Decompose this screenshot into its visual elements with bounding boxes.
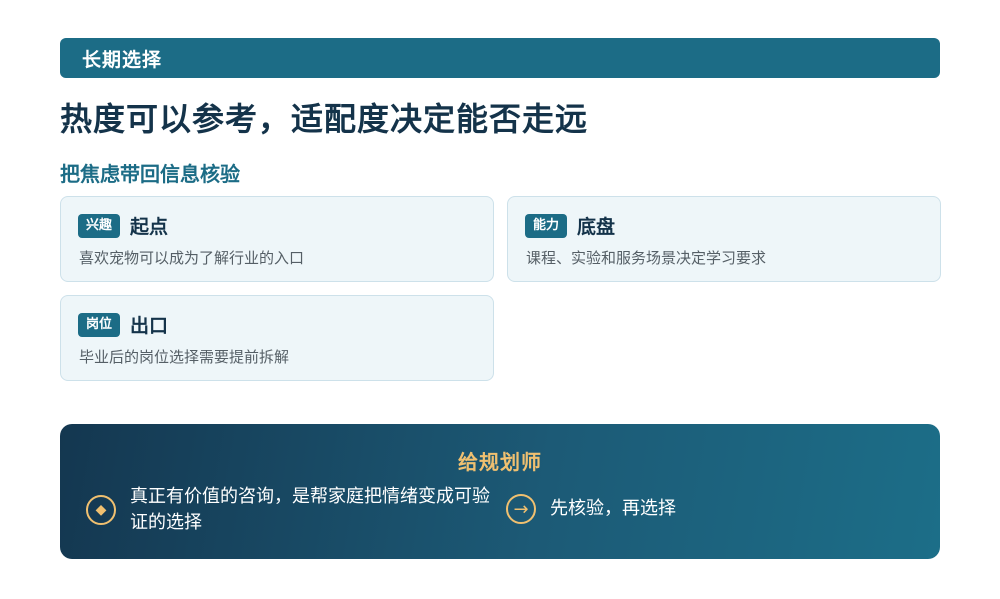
card-title: 出口 [130,315,169,337]
advice-point: ◆ 真正有价值的咨询，是帮家庭把情绪变成可验证的选择 [86,484,500,536]
arrow-right-icon: → [506,494,536,524]
card-tag: 兴趣 [78,213,121,238]
card-tag: 能力 [525,213,568,238]
info-card-interest: 兴趣 起点 喜欢宠物可以成为了解行业的入口 [60,196,494,282]
card-header: 能力 底盘 [525,212,615,239]
card-title: 底盘 [577,216,616,238]
advice-panel: 给规划师 ◆ 真正有价值的咨询，是帮家庭把情绪变成可验证的选择 → 先核验，再选… [60,424,940,559]
diamond-icon: ◆ [86,495,116,525]
banner-label: 长期选择 [82,48,163,71]
card-description: 喜欢宠物可以成为了解行业的入口 [79,249,305,267]
card-tag: 岗位 [78,312,121,337]
card-header: 兴趣 起点 [78,212,168,239]
info-card-position: 岗位 出口 毕业后的岗位选择需要提前拆解 [60,295,494,381]
card-description: 毕业后的岗位选择需要提前拆解 [79,348,290,366]
section-subtitle: 把焦虑带回信息核验 [60,162,240,186]
advice-point-text: 真正有价值的咨询，是帮家庭把情绪变成可验证的选择 [130,486,490,533]
advice-title: 给规划师 [458,450,542,474]
info-card-ability: 能力 底盘 课程、实验和服务场景决定学习要求 [507,196,941,282]
card-header: 岗位 出口 [78,311,168,338]
section-banner: 长期选择 [60,38,940,78]
page-title: 热度可以参考，适配度决定能否走远 [60,100,589,138]
card-title: 起点 [130,216,169,238]
advice-point: → 先核验，再选择 [506,494,676,524]
card-description: 课程、实验和服务场景决定学习要求 [526,249,767,267]
advice-point-text: 先核验，再选择 [550,498,676,519]
